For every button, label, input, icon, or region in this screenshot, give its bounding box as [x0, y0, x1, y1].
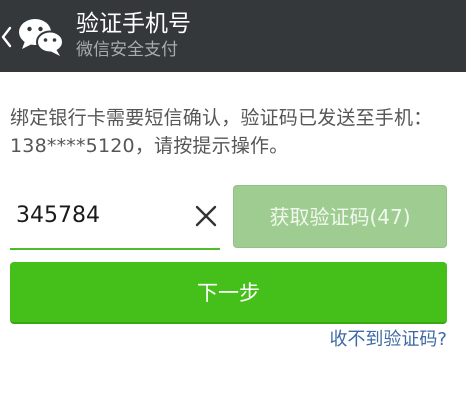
- wechat-logo-icon: [16, 16, 66, 58]
- clear-input-button[interactable]: [194, 204, 218, 228]
- clear-x-icon: [195, 205, 217, 227]
- back-button[interactable]: [0, 22, 14, 52]
- verify-phone-screen: 验证手机号 微信安全支付 绑定银行卡需要短信确认，验证码已发送至手机：138**…: [0, 0, 466, 395]
- back-chevron-icon: [1, 26, 12, 48]
- no-code-help-link[interactable]: 收不到验证码?: [329, 327, 447, 353]
- sms-instruction-text: 绑定银行卡需要短信确认，验证码已发送至手机：138****5120，请按提示操作…: [10, 107, 433, 157]
- header-bar: 验证手机号 微信安全支付: [0, 0, 466, 72]
- get-code-button[interactable]: 获取验证码(47): [233, 185, 447, 248]
- page-title: 验证手机号: [76, 11, 191, 37]
- next-step-button[interactable]: 下一步: [10, 262, 447, 324]
- page-subtitle: 微信安全支付: [76, 40, 178, 60]
- verification-code-input[interactable]: [16, 198, 176, 232]
- code-input-field: [10, 188, 220, 250]
